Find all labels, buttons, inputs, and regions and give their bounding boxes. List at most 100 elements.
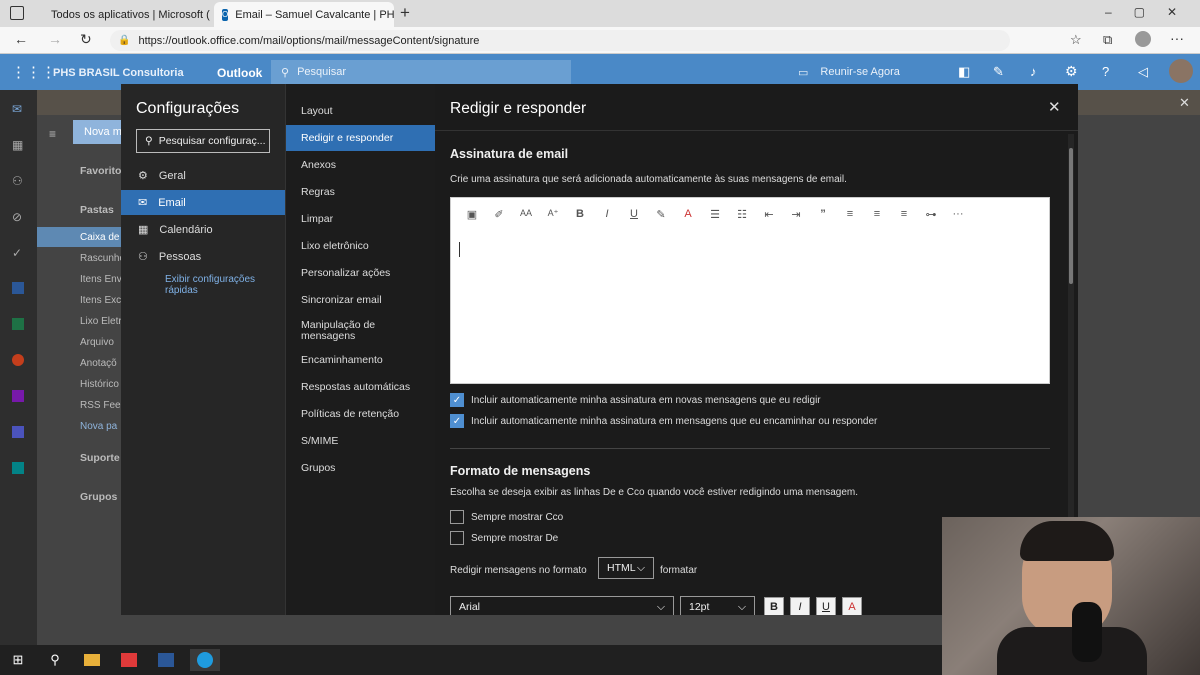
font-color-icon[interactable]: A bbox=[679, 208, 697, 220]
format-painter-icon[interactable]: ✐ bbox=[490, 208, 508, 221]
subcategory-sweep[interactable]: Limpar bbox=[286, 214, 435, 225]
bell-icon[interactable]: ♪ bbox=[1030, 64, 1037, 79]
signature-editor[interactable]: ▣ ✐ AA A⁺ B I U ✎ A ☰ ☷ ⇤ ⇥ ” ≡ ≡ ≡ ⊶ ··… bbox=[450, 197, 1050, 384]
folder-item[interactable]: Rascunho bbox=[80, 253, 125, 264]
people-icon[interactable]: ⚇ bbox=[12, 174, 23, 188]
folders-label[interactable]: Pastas bbox=[80, 204, 114, 216]
search-input[interactable]: ⚲ Pesquisar bbox=[271, 60, 571, 84]
folder-item[interactable]: Itens Env bbox=[80, 274, 122, 285]
folder-item[interactable]: Lixo Eletr bbox=[80, 316, 122, 327]
avatar[interactable] bbox=[1169, 59, 1193, 83]
mail-icon[interactable]: ✉ bbox=[12, 102, 22, 116]
close-icon[interactable]: ✕ bbox=[1048, 98, 1061, 116]
include-signature-new-checkbox[interactable]: ✓ bbox=[450, 393, 464, 407]
link-icon[interactable]: ⊶ bbox=[922, 208, 940, 221]
settings-search-input[interactable]: ⚲ Pesquisar configuraç... bbox=[136, 129, 270, 153]
italic-icon[interactable]: I bbox=[598, 208, 616, 220]
folder-item[interactable]: Anotaçõ bbox=[80, 358, 117, 369]
bold-icon[interactable]: B bbox=[571, 208, 589, 220]
always-show-from-checkbox[interactable] bbox=[450, 531, 464, 545]
groups-label[interactable]: Grupos bbox=[80, 491, 117, 503]
default-font-color-button[interactable]: A bbox=[842, 597, 862, 615]
font-family-dropdown[interactable]: Arial ⌵ bbox=[450, 596, 674, 615]
quote-icon[interactable]: ” bbox=[814, 208, 832, 220]
numbering-icon[interactable]: ☷ bbox=[733, 208, 751, 221]
browser-tab-apps[interactable]: Todos os aplicativos | Microsoft ( ✕ bbox=[36, 2, 212, 27]
app-launcher-icon[interactable]: ⋮⋮⋮ bbox=[11, 63, 56, 81]
browser-tab-email[interactable]: O Email – Samuel Cavalcante | PHS ✕ bbox=[214, 2, 394, 27]
hamburger-icon[interactable]: ≡ bbox=[49, 127, 56, 141]
more-options-icon[interactable]: ··· bbox=[949, 208, 967, 220]
feedback-icon[interactable]: ◁ bbox=[1138, 64, 1148, 80]
org-name[interactable]: PHS BRASIL Consultoria bbox=[53, 67, 184, 79]
underline-icon[interactable]: U bbox=[625, 208, 643, 220]
help-icon[interactable]: ? bbox=[1102, 64, 1109, 79]
default-italic-button[interactable]: I bbox=[790, 597, 810, 615]
include-signature-reply-checkbox[interactable]: ✓ bbox=[450, 414, 464, 428]
scrollbar-thumb[interactable] bbox=[1069, 148, 1073, 284]
category-general[interactable]: ⚙ Geral bbox=[121, 163, 285, 188]
folder-item[interactable]: Itens Exc bbox=[80, 295, 121, 306]
forward-icon[interactable]: → bbox=[48, 31, 62, 47]
image-icon[interactable]: ▣ bbox=[463, 208, 481, 221]
always-show-bcc-checkbox[interactable] bbox=[450, 510, 464, 524]
outdent-icon[interactable]: ⇤ bbox=[760, 208, 778, 221]
font-size-dropdown[interactable]: 12pt ⌵ bbox=[680, 596, 755, 615]
anydesk-icon[interactable] bbox=[117, 649, 141, 671]
subcategory-attachments[interactable]: Anexos bbox=[286, 160, 435, 171]
back-icon[interactable]: ← bbox=[14, 31, 28, 47]
excel-icon[interactable] bbox=[12, 318, 24, 330]
indent-icon[interactable]: ⇥ bbox=[787, 208, 805, 221]
word-icon[interactable] bbox=[12, 282, 24, 294]
teams-app-icon[interactable] bbox=[12, 426, 24, 438]
compose-format-dropdown[interactable]: HTML ⌵ bbox=[598, 557, 654, 579]
default-underline-button[interactable]: U bbox=[816, 597, 836, 615]
folder-item[interactable]: Arquivo bbox=[80, 337, 114, 348]
windows-start-icon[interactable]: ⊞ bbox=[6, 649, 30, 671]
subcategory-forwarding[interactable]: Encaminhamento bbox=[286, 355, 435, 366]
file-explorer-icon[interactable] bbox=[80, 649, 104, 671]
font-size-icon[interactable]: AA bbox=[517, 208, 535, 218]
more-icon[interactable]: ··· bbox=[1170, 30, 1184, 46]
app-name[interactable]: Outlook bbox=[217, 66, 262, 80]
subcategory-actions[interactable]: Personalizar ações bbox=[286, 268, 435, 279]
gear-icon[interactable]: ⚙ bbox=[1065, 63, 1078, 80]
subcategory-rules[interactable]: Regras bbox=[286, 187, 435, 198]
align-center-icon[interactable]: ≡ bbox=[868, 208, 886, 220]
default-bold-button[interactable]: B bbox=[764, 597, 784, 615]
new-message-button[interactable]: Nova m bbox=[73, 120, 123, 144]
folder-item[interactable]: Caixa de bbox=[80, 232, 119, 243]
calendar-icon[interactable]: ▦ bbox=[12, 138, 23, 152]
sway-icon[interactable] bbox=[12, 462, 24, 474]
subcategory-smime[interactable]: S/MIME bbox=[286, 436, 435, 447]
edge-icon[interactable] bbox=[190, 649, 220, 671]
subcategory-groups[interactable]: Grupos bbox=[286, 463, 435, 474]
refresh-icon[interactable]: ↻ bbox=[80, 31, 92, 48]
tab-actions-icon[interactable] bbox=[10, 6, 24, 20]
attachment-icon[interactable]: ⊘ bbox=[12, 210, 22, 224]
todo-icon[interactable]: ✎ bbox=[993, 64, 1004, 80]
support-label[interactable]: Suporte bbox=[80, 452, 120, 464]
word-icon[interactable] bbox=[154, 649, 178, 671]
subcategory-auto-replies[interactable]: Respostas automáticas bbox=[286, 382, 435, 393]
search-icon[interactable]: ⚲ bbox=[43, 649, 67, 671]
tasks-icon[interactable]: ✓ bbox=[12, 246, 22, 260]
highlight-icon[interactable]: ✎ bbox=[652, 208, 670, 221]
onenote-icon[interactable] bbox=[12, 390, 24, 402]
quick-settings-link[interactable]: Exibir configurações rápidas bbox=[165, 274, 275, 296]
folder-item[interactable]: Histórico bbox=[80, 379, 119, 390]
subcategory-junk[interactable]: Lixo eletrônico bbox=[286, 241, 435, 252]
category-people[interactable]: ⚇ Pessoas bbox=[121, 244, 285, 269]
subcategory-sync[interactable]: Sincronizar email bbox=[286, 295, 435, 306]
powerpoint-icon[interactable] bbox=[12, 354, 24, 366]
favorites-icon[interactable]: ☆ bbox=[1070, 32, 1082, 48]
new-folder-link[interactable]: Nova pa bbox=[80, 421, 117, 432]
collections-icon[interactable]: ⧉ bbox=[1103, 32, 1112, 48]
close-icon[interactable]: ✕ bbox=[1179, 95, 1190, 111]
align-left-icon[interactable]: ≡ bbox=[841, 208, 859, 220]
align-right-icon[interactable]: ≡ bbox=[895, 208, 913, 220]
subcategory-handling[interactable]: Manipulação de mensagens bbox=[286, 320, 396, 342]
category-email[interactable]: ✉ Email bbox=[121, 190, 285, 215]
category-calendar[interactable]: ▦ Calendário bbox=[121, 217, 285, 242]
window-controls[interactable]: –▢✕ bbox=[1105, 5, 1199, 19]
